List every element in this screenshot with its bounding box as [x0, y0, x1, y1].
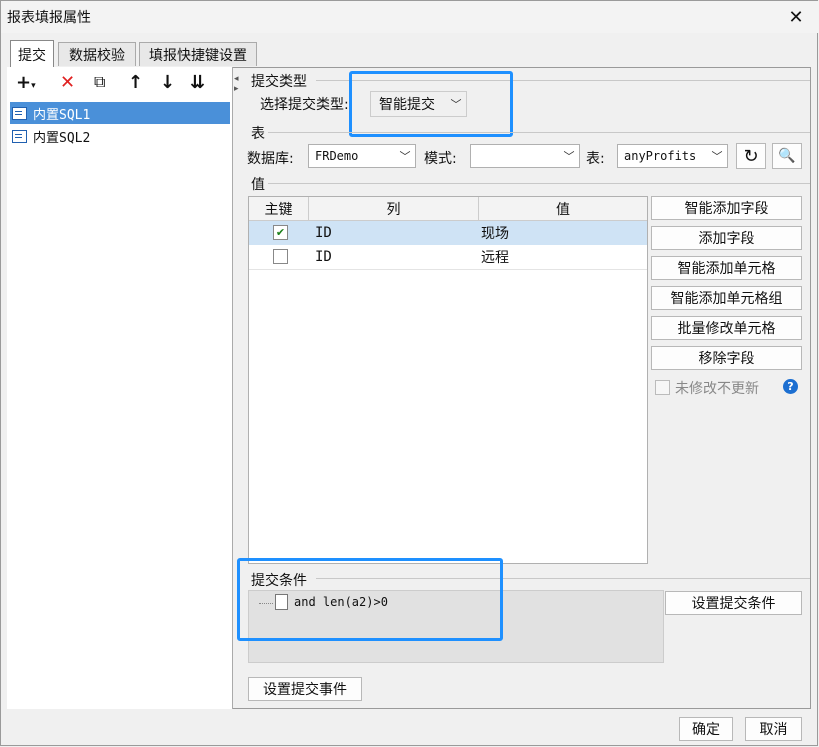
preview-icon[interactable]: 🔍 [772, 143, 802, 169]
refresh-icon[interactable]: ↻ [736, 143, 766, 169]
divider [316, 578, 810, 579]
add-icon[interactable]: +▾ [16, 72, 36, 93]
sql-list-pane [7, 67, 233, 709]
database-icon [12, 106, 27, 120]
tree-item-label: 内置SQL1 [33, 107, 91, 123]
submit-type-value: 智能提交 [379, 97, 435, 113]
tab-shortcut-settings[interactable]: 填报快捷键设置 [139, 42, 257, 66]
no-update-label: 未修改不更新 [675, 381, 759, 397]
tab-data-validation[interactable]: 数据校验 [58, 42, 136, 66]
smart-add-cell-group-button[interactable]: 智能添加单元格组 [651, 286, 802, 310]
batch-modify-cell-button[interactable]: 批量修改单元格 [651, 316, 802, 340]
tree-item-label: 内置SQL2 [33, 130, 91, 146]
table-row[interactable]: ✔ ID 现场 [249, 221, 647, 245]
database-icon [12, 129, 27, 143]
database-select[interactable]: FRDemo ﹀ [308, 144, 416, 168]
divider [268, 183, 810, 184]
help-icon[interactable]: ? [783, 379, 798, 394]
submit-type-section-label: 提交类型 [251, 74, 307, 90]
condition-expression[interactable]: and len(a2)>0 [294, 595, 388, 609]
close-icon[interactable]: ✕ [779, 3, 813, 31]
table-value: anyProfits [624, 149, 697, 163]
checkbox-box [273, 249, 288, 264]
move-up-icon[interactable]: ↑ [128, 72, 143, 93]
move-down-icon[interactable]: ↓ [160, 72, 175, 93]
document-icon [275, 594, 288, 610]
col-header-key[interactable]: 主键 [249, 197, 309, 221]
tab-submit-label: 提交 [18, 47, 46, 64]
window-title: 报表填报属性 [7, 10, 91, 26]
tab-shortcut-settings-label: 填报快捷键设置 [149, 47, 247, 64]
tree-item-sql1[interactable]: 内置SQL1 [10, 102, 230, 124]
table-section-label: 表 [251, 126, 265, 142]
table-select[interactable]: anyProfits ﹀ [617, 144, 728, 168]
tab-submit[interactable]: 提交 [10, 40, 54, 68]
condition-section-label: 提交条件 [251, 573, 307, 589]
delete-icon[interactable]: ✕ [60, 72, 75, 93]
divider [268, 132, 810, 133]
condition-tree[interactable]: and len(a2)>0 [248, 590, 664, 663]
chevron-down-icon: ﹀ [563, 150, 575, 163]
smart-add-field-button[interactable]: 智能添加字段 [651, 196, 802, 220]
set-submit-event-button[interactable]: 设置提交事件 [248, 677, 362, 701]
table-label: 表: [586, 151, 605, 167]
add-field-button[interactable]: 添加字段 [651, 226, 802, 250]
column-cell[interactable]: ID [315, 245, 332, 268]
ok-button[interactable]: 确定 [679, 717, 733, 741]
check-icon: ✔ [273, 225, 288, 240]
col-header-value[interactable]: 值 [479, 197, 647, 221]
tree-connector [259, 603, 273, 605]
copy-icon[interactable]: ⧉ [94, 72, 105, 92]
no-update-checkbox[interactable] [655, 380, 670, 395]
collapse-handle-icon[interactable]: ◂ ▸ [234, 74, 239, 94]
tab-data-validation-label: 数据校验 [69, 47, 125, 64]
column-cell[interactable]: ID [315, 221, 332, 244]
move-bottom-icon[interactable]: ⇊ [190, 72, 205, 93]
values-table: 主键 列 值 ✔ ID 现场 ID 远程 [248, 196, 648, 564]
chevron-down-icon: ﹀ [711, 150, 723, 163]
table-row[interactable]: ID 远程 [249, 245, 647, 270]
smart-add-cell-button[interactable]: 智能添加单元格 [651, 256, 802, 280]
database-value: FRDemo [315, 149, 359, 163]
submit-type-select[interactable]: 智能提交 ﹀ [370, 91, 467, 117]
value-cell[interactable]: 远程 [481, 245, 509, 268]
chevron-down-icon: ﹀ [399, 150, 411, 163]
remove-field-button[interactable]: 移除字段 [651, 346, 802, 370]
primary-key-checkbox[interactable]: ✔ [273, 221, 288, 244]
value-cell[interactable]: 现场 [481, 221, 509, 244]
submit-type-label: 选择提交类型: [260, 97, 349, 113]
set-condition-button[interactable]: 设置提交条件 [665, 591, 802, 615]
divider [316, 80, 810, 81]
database-label: 数据库: [247, 151, 294, 167]
cancel-button[interactable]: 取消 [745, 717, 802, 741]
primary-key-checkbox[interactable] [273, 245, 288, 268]
chevron-down-icon: ﹀ [450, 98, 462, 111]
col-header-column[interactable]: 列 [309, 197, 479, 221]
tree-item-sql2[interactable]: 内置SQL2 [10, 125, 230, 147]
mode-label: 模式: [424, 151, 457, 167]
mode-select[interactable]: ﹀ [470, 144, 580, 168]
title-bar: 报表填报属性 ✕ [1, 1, 819, 33]
values-section-label: 值 [251, 177, 265, 193]
